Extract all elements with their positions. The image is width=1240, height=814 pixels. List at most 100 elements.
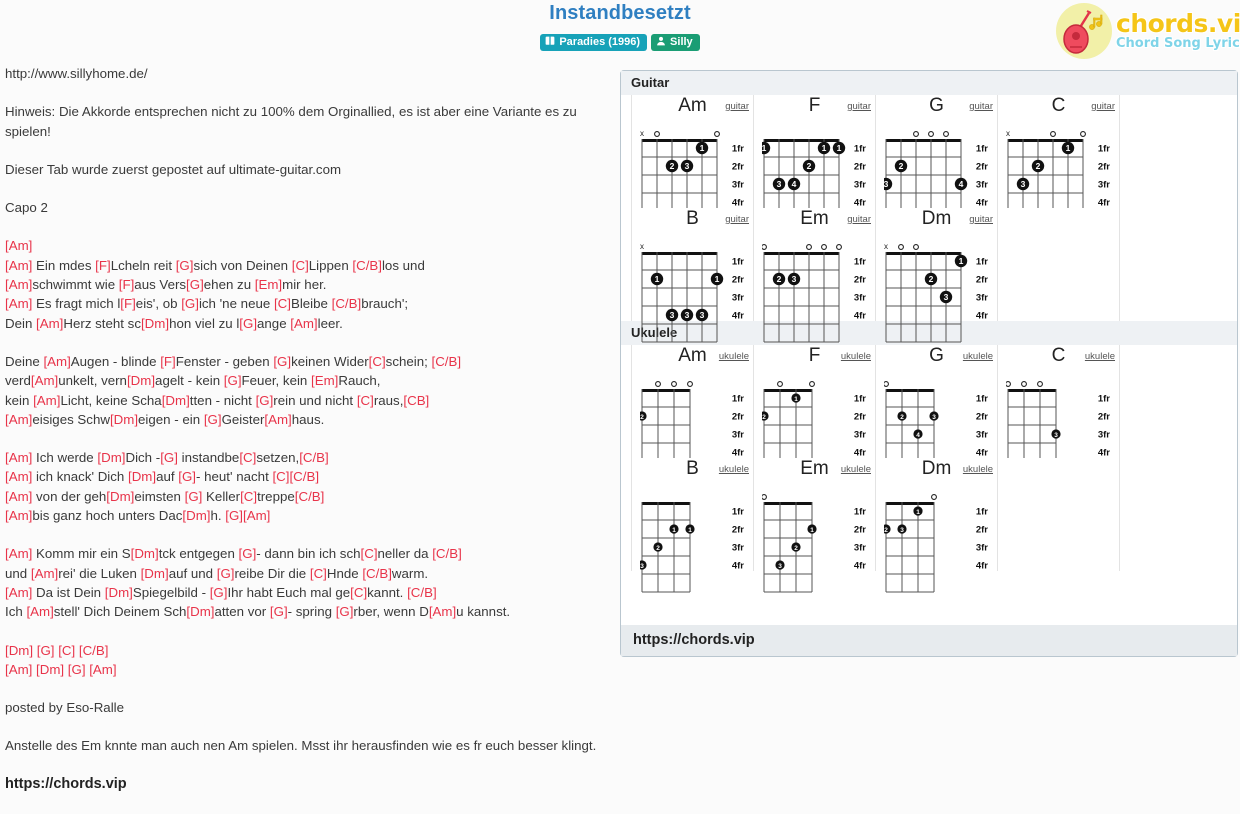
chord-instrument-link[interactable]: guitar (725, 101, 749, 112)
chord-tag[interactable]: [Am] (5, 296, 32, 311)
chord-tag[interactable]: [Dm] (110, 412, 138, 427)
chord-tag[interactable]: [C] (240, 489, 257, 504)
chord-tag[interactable]: [Am] (5, 238, 32, 253)
chord-tag[interactable]: [Am] (243, 508, 270, 523)
chord-diagram-guitar-Em[interactable]: Em guitar 2 3 1fr 2fr 3fr 4fr (754, 208, 876, 343)
chord-diagram-ukulele-Em[interactable]: Em ukulele 1 2 3 1fr 2fr 3fr 4fr (754, 458, 876, 593)
chord-instrument-link[interactable]: guitar (847, 214, 871, 225)
chord-instrument-link[interactable]: guitar (1091, 101, 1115, 112)
chord-tag[interactable]: [Am] (429, 604, 456, 619)
chord-tag[interactable]: [G] (239, 546, 257, 561)
chord-tag[interactable]: [C] (369, 354, 386, 369)
chord-diagram-guitar-Am[interactable]: Am guitar x 1 2 3 1fr 2fr 3fr 4fr (632, 95, 754, 230)
chord-tag[interactable]: [C/B] (289, 469, 319, 484)
chord-tag[interactable]: [Am] (5, 508, 32, 523)
chord-tag[interactable]: [CB] (403, 393, 429, 408)
chord-tag[interactable]: [Dm] (127, 373, 155, 388)
chord-tag[interactable]: [G] (204, 412, 222, 427)
chord-instrument-link[interactable]: ukulele (719, 351, 749, 362)
chord-tag[interactable]: [G] (186, 277, 204, 292)
chord-tag[interactable]: [Am] (31, 566, 58, 581)
chord-instrument-link[interactable]: ukulele (841, 351, 871, 362)
chord-tag[interactable]: [G] (336, 604, 354, 619)
chord-tag[interactable]: [C/B] (362, 566, 392, 581)
chord-tag[interactable]: [F] (120, 296, 136, 311)
chord-tag[interactable]: [G] (210, 585, 228, 600)
chord-tag[interactable]: [Dm] (97, 450, 125, 465)
chord-tag[interactable]: [G] (224, 373, 242, 388)
chord-diagram-ukulele-G[interactable]: Gukulele 2 3 4 1fr 2fr 3fr 4fr (876, 345, 998, 480)
chord-tag[interactable]: [G] (176, 258, 194, 273)
chord-tag[interactable]: [G] (225, 508, 243, 523)
chord-tag[interactable]: [Em] (311, 373, 338, 388)
chord-tag[interactable]: [C] (292, 258, 309, 273)
chord-tag[interactable]: [G] (256, 393, 274, 408)
chord-instrument-link[interactable]: ukulele (719, 464, 749, 475)
chord-tag[interactable]: [Am] (290, 316, 317, 331)
chord-diagram-guitar-Dm[interactable]: Dm guitar x 1 2 3 1fr 2fr 3fr 4fr (876, 208, 998, 343)
chord-tag[interactable]: [G] (273, 354, 291, 369)
chord-tag[interactable]: [C] (361, 546, 378, 561)
chord-diagram-ukulele-Dm[interactable]: Dm ukulele 1 2 3 1fr 2fr 3fr 4fr (876, 458, 998, 593)
chord-instrument-link[interactable]: guitar (725, 214, 749, 225)
chord-tag[interactable]: [Am] [Dm] [G] [Am] (5, 662, 117, 677)
chord-instrument-link[interactable]: guitar (847, 101, 871, 112)
chord-tag[interactable]: [Em] (255, 277, 282, 292)
site-logo[interactable]: chords.vip Chord Song Lyric (1056, 2, 1240, 60)
chord-tag[interactable]: [C/B] (432, 546, 462, 561)
chord-tag[interactable]: [Dm] (131, 546, 159, 561)
chord-tag[interactable]: [Am] (5, 585, 32, 600)
chord-tag[interactable]: [Am] (264, 412, 291, 427)
chord-tag[interactable]: [C] (274, 296, 291, 311)
chord-tag[interactable]: [G] (160, 450, 178, 465)
chord-tag[interactable]: [Dm] (128, 469, 156, 484)
chord-tag[interactable]: [F] (160, 354, 176, 369)
badge-album[interactable]: Paradies (1996) (540, 34, 648, 51)
chord-instrument-link[interactable]: ukulele (963, 351, 993, 362)
chord-tag[interactable]: [G] (185, 489, 203, 504)
chord-tag[interactable]: [Dm] (182, 508, 210, 523)
chord-tag[interactable]: [Dm] [G] [C] [C/B] (5, 643, 108, 658)
chord-tag[interactable]: [Am] (5, 277, 32, 292)
chord-tag[interactable]: [C/B] (432, 354, 462, 369)
chord-tag[interactable]: [Am] (5, 412, 32, 427)
chord-tag[interactable]: [F] (95, 258, 111, 273)
chord-tag[interactable]: [Am] (43, 354, 70, 369)
footer-site-link[interactable]: https://chords.vip (621, 625, 1237, 656)
chord-tag[interactable]: [C] (310, 566, 327, 581)
chord-instrument-link[interactable]: guitar (969, 214, 993, 225)
chord-tag[interactable]: [Am] (26, 604, 53, 619)
chord-tag[interactable]: [Dm] (162, 393, 190, 408)
chord-tag[interactable]: [Dm] (141, 316, 169, 331)
chord-tag[interactable]: [Am] (33, 393, 60, 408)
chord-tag[interactable]: [Am] (31, 373, 58, 388)
chord-tag[interactable]: [G] (181, 296, 199, 311)
chord-instrument-link[interactable]: ukulele (1085, 351, 1115, 362)
chord-tag[interactable]: [C] (357, 393, 374, 408)
chord-diagram-ukulele-Am[interactable]: Am ukulele 2 1fr 2fr 3fr 4fr (632, 345, 754, 480)
chord-tag[interactable]: [Am] (5, 546, 32, 561)
chord-tag[interactable]: [Am] (5, 450, 32, 465)
chord-diagram-guitar-C[interactable]: Cguitar x 1 2 3 1fr 2fr 3fr 4fr (998, 95, 1120, 230)
chord-tag[interactable]: [G] (217, 566, 235, 581)
chord-tag[interactable]: [Dm] (186, 604, 214, 619)
chord-diagram-guitar-B[interactable]: Bguitar x 1 1 3 3 3 1fr 2fr 3fr 4fr (632, 208, 754, 343)
chord-tag[interactable]: [Am] (5, 258, 32, 273)
chord-tag[interactable]: [F] (119, 277, 135, 292)
chord-diagram-guitar-F[interactable]: Fguitar 1 1 1 2 3 4 1fr 2fr 3fr 4fr (754, 95, 876, 230)
chord-tag[interactable]: [C/B] (295, 489, 325, 504)
chord-diagram-ukulele-F[interactable]: Fukulele 1 2 1fr 2fr 3fr 4fr (754, 345, 876, 480)
chord-diagram-ukulele-B[interactable]: Bukulele 1 1 2 3 1fr 2fr 3fr 4fr (632, 458, 754, 593)
chord-tag[interactable]: [C/B] (407, 585, 437, 600)
chord-instrument-link[interactable]: ukulele (841, 464, 871, 475)
chord-instrument-link[interactable]: ukulele (963, 464, 993, 475)
chord-tag[interactable]: [Am] (5, 469, 32, 484)
chord-tag[interactable]: [Am] (5, 489, 32, 504)
chord-diagram-guitar-G[interactable]: Gguitar 2 3 4 1fr 2fr 3fr 4fr (876, 95, 998, 230)
chord-tag[interactable]: [C/B] (352, 258, 382, 273)
chord-tag[interactable]: [Dm] (105, 585, 133, 600)
chord-tag[interactable]: [Dm] (141, 566, 169, 581)
chord-tag[interactable]: [C/B] (332, 296, 362, 311)
chord-tag[interactable]: [Am] (36, 316, 63, 331)
chord-diagram-ukulele-C[interactable]: Cukulele 3 1fr 2fr 3fr 4fr (998, 345, 1120, 480)
